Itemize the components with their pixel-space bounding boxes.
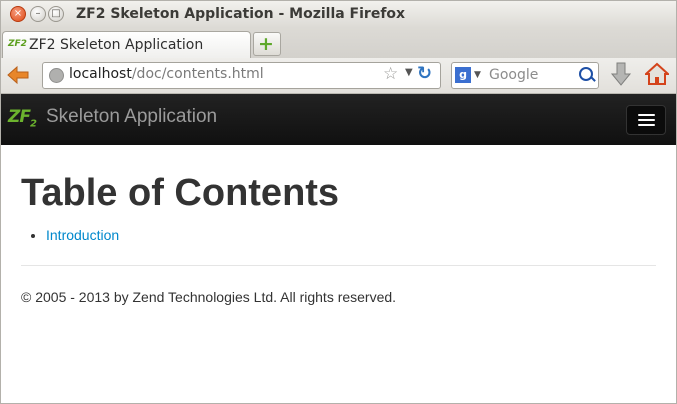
logo-text: ZF	[8, 107, 31, 127]
new-tab-button[interactable]: +	[253, 32, 281, 56]
search-icon[interactable]	[579, 67, 593, 81]
maximize-icon: □	[51, 8, 61, 19]
window-titlebar: × – □ ZF2 Skeleton Application - Mozilla…	[0, 0, 677, 28]
minimize-window-button[interactable]: –	[30, 6, 46, 22]
google-icon[interactable]: g	[455, 67, 471, 83]
reload-icon[interactable]: ↻	[417, 63, 432, 84]
bookmark-star-icon[interactable]: ☆	[383, 64, 398, 84]
back-arrow-icon	[7, 65, 29, 85]
navbar-toggle-button[interactable]	[626, 105, 666, 135]
tab-strip: ZF2 ZF2 Skeleton Application +	[0, 28, 677, 59]
navigation-toolbar: localhost/doc/contents.html ☆ ▼ ↻ g ▼ Go…	[0, 58, 677, 94]
zf2-favicon: ZF2	[8, 39, 27, 49]
list-item: Introduction	[46, 226, 119, 244]
zf2-logo[interactable]: ZF2	[8, 107, 37, 130]
tab-zf2-skeleton-application[interactable]: ZF2 ZF2 Skeleton Application	[2, 31, 251, 59]
url-path: /doc/contents.html	[131, 66, 264, 82]
maximize-window-button[interactable]: □	[48, 6, 64, 22]
home-icon	[643, 62, 671, 85]
logo-sub: 2	[29, 118, 37, 130]
url-bar[interactable]: localhost/doc/contents.html ☆ ▼ ↻	[42, 62, 441, 89]
divider	[21, 265, 656, 266]
tab-label: ZF2 Skeleton Application	[29, 37, 204, 53]
url-text[interactable]: localhost/doc/contents.html	[69, 66, 264, 82]
dropdown-icon[interactable]: ▼	[405, 67, 413, 78]
download-icon	[610, 62, 632, 86]
window-title: ZF2 Skeleton Application - Mozilla Firef…	[76, 6, 406, 22]
page-title: Table of Contents	[21, 172, 340, 214]
search-placeholder: Google	[489, 67, 539, 83]
minimize-icon: –	[35, 8, 41, 19]
search-bar[interactable]: g ▼ Google	[451, 62, 599, 89]
site-brand[interactable]: Skeleton Application	[46, 106, 217, 128]
download-button[interactable]	[610, 61, 632, 89]
globe-icon	[49, 68, 64, 83]
search-engine-dropdown-icon[interactable]: ▼	[474, 70, 481, 80]
footer-copyright: © 2005 - 2013 by Zend Technologies Ltd. …	[21, 289, 397, 305]
close-icon: ×	[13, 8, 23, 19]
site-navbar: ZF2 Skeleton Application	[0, 94, 677, 145]
toc-link-introduction[interactable]: Introduction	[46, 227, 119, 243]
table-of-contents-list: Introduction	[32, 226, 119, 244]
plus-icon: +	[258, 33, 274, 55]
back-button[interactable]	[6, 64, 30, 86]
close-window-button[interactable]: ×	[10, 6, 26, 22]
home-button[interactable]	[643, 62, 671, 86]
url-host: localhost	[69, 66, 132, 82]
